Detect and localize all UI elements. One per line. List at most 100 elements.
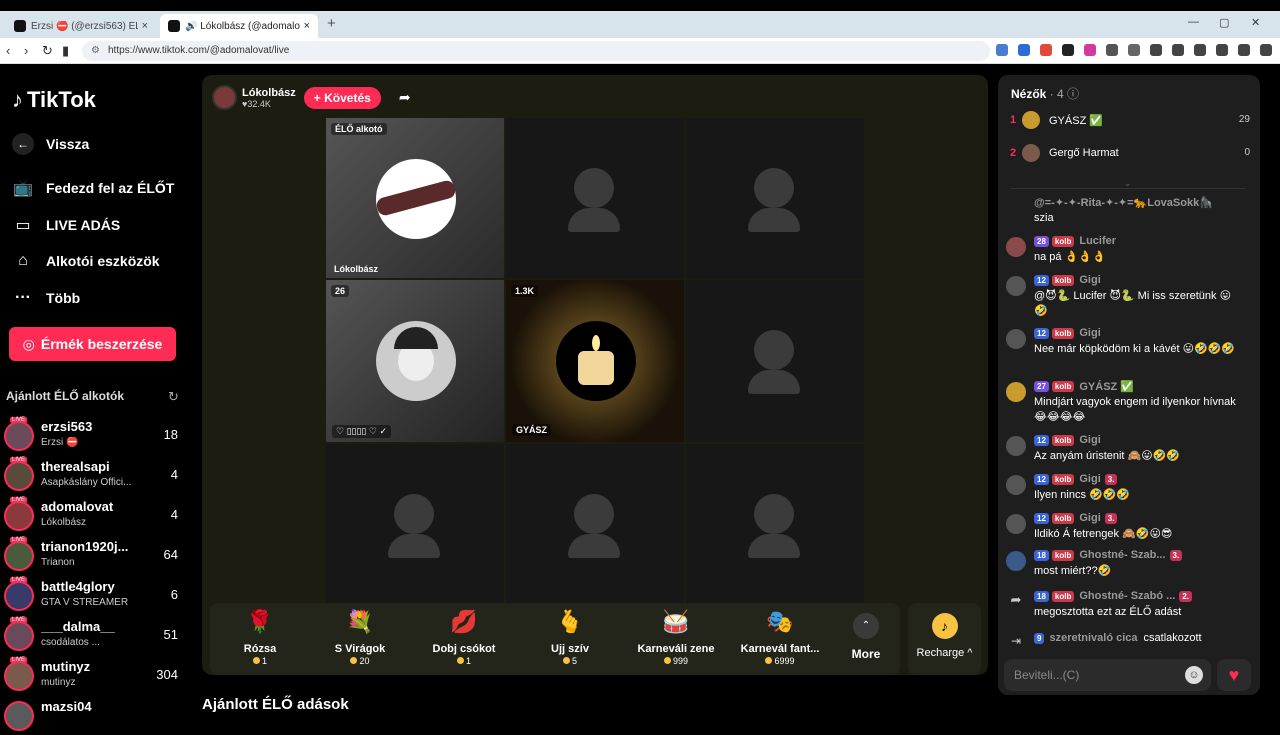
gift-item[interactable]: 💐 S Virágok 20 (310, 609, 410, 666)
forward-nav-icon[interactable]: › (24, 43, 28, 58)
refresh-icon[interactable]: ↻ (168, 389, 179, 405)
minimize-icon[interactable]: — (1188, 16, 1199, 28)
avatar[interactable] (1006, 237, 1026, 257)
new-tab-icon[interactable]: + (327, 15, 336, 32)
avatar[interactable] (1006, 514, 1026, 534)
bookmark-icon[interactable]: ▮ (62, 43, 69, 59)
emoji-icon[interactable]: ☺ (1185, 666, 1203, 684)
avatar[interactable] (1006, 329, 1026, 349)
viewer-count: 51 (163, 627, 178, 642)
creator-item[interactable]: LIVE mutinyz mutinyz 304 (4, 657, 194, 695)
menu-icon[interactable] (1260, 44, 1272, 56)
back-button[interactable]: ← Vissza (12, 133, 89, 155)
sidebar-item-more[interactable]: ··· Több (12, 289, 80, 307)
avatar[interactable] (1006, 475, 1026, 495)
gift-item[interactable]: 🎭 Karnevál fant... 6999 (730, 609, 830, 666)
creator-subtitle: Erzsi ⛔ (41, 437, 79, 448)
sidebar-icon[interactable] (1172, 44, 1184, 56)
video-tile-empty[interactable] (686, 280, 864, 442)
arrow-left-icon: ← (12, 133, 34, 155)
top-viewer-row[interactable]: 1 GYÁSZ ✅ 29 (1010, 111, 1250, 131)
recharge-button[interactable]: ♪ Recharge ^ (908, 603, 981, 675)
viewers-header[interactable]: Nézők · 4 ⓘ (1011, 85, 1079, 102)
more-icon: ··· (15, 289, 31, 306)
reload-icon[interactable]: ↻ (42, 43, 53, 59)
like-heart-button[interactable]: ♥ (1217, 659, 1251, 691)
creator-item[interactable]: LIVE erzsi563 Erzsi ⛔ 18 (4, 417, 194, 455)
host-likes: ♥32.4K (242, 98, 271, 109)
creator-item[interactable]: LIVE therealsapi Asapkáslány Offici... 4 (4, 457, 194, 495)
tiktok-note-icon: ♪ (12, 87, 23, 112)
gift-item[interactable]: 🥁 Karneváli zene 999 (626, 609, 726, 666)
ai-icon[interactable] (1216, 44, 1228, 56)
chevron-down-icon[interactable]: ⌄ (1124, 178, 1132, 189)
vpn-icon[interactable] (1238, 44, 1250, 56)
sidebar-item-creator-tools[interactable]: ⌂ Alkotói eszközök (12, 252, 159, 270)
get-coins-button[interactable]: ◎ Érmék beszerzése (9, 327, 176, 361)
share-icon[interactable]: ➦ (399, 89, 411, 106)
video-tile-empty[interactable] (686, 118, 864, 278)
creator-item[interactable]: LIVE battle4glory GTA V STREAMER 6 (4, 577, 194, 615)
avatar[interactable] (1006, 382, 1026, 402)
sidebar-item-go-live[interactable]: ▭ LIVE ADÁS (12, 215, 120, 235)
kiss-icon: 💋 (450, 609, 478, 634)
host-name[interactable]: Lókolbász (242, 87, 296, 99)
video-tile-guest[interactable]: 26 ♡ ▯▯▯▯ ♡ ✓ (326, 280, 504, 442)
chat-input[interactable]: Beviteli...(C) ☺ (1004, 659, 1211, 691)
gift-item[interactable]: 🌹 Rózsa 1 (210, 609, 310, 666)
host-avatar[interactable] (212, 85, 237, 110)
media-icon[interactable] (1150, 44, 1162, 56)
follow-button[interactable]: + Követés (303, 86, 381, 109)
site-info-icon[interactable]: ⚙ (91, 41, 100, 61)
sidebar-item-explore-live[interactable]: 📺 Fedezd fel az ÉLŐT (12, 178, 174, 198)
extension-icon[interactable] (996, 44, 1008, 56)
gift-item[interactable]: 💋 Dobj csókot 1 (414, 609, 514, 666)
video-tile-host[interactable]: ÉLŐ alkotó Lókolbász (326, 118, 504, 278)
video-tile-empty[interactable] (686, 444, 864, 604)
coin-icon: ◎ (22, 335, 35, 352)
avatar[interactable] (1006, 551, 1026, 571)
extensions-puzzle-icon[interactable] (1106, 44, 1118, 56)
fan-club-badge: kolb (1051, 274, 1075, 286)
url-field[interactable]: ⚙ https://www.tiktok.com/@adomalovat/liv… (82, 41, 990, 61)
video-tile-empty[interactable] (506, 444, 684, 604)
creator-item[interactable]: LIVE ___dalma__ csodálatos ... 51 (4, 617, 194, 655)
browser-tab-erzsi[interactable]: Erzsi ⛔ (@erzsi563) ÉLŐ adásban van × (6, 14, 156, 38)
video-tile-empty[interactable] (506, 118, 684, 278)
host-name-tag: Lókolbász (334, 264, 379, 274)
extension-icon[interactable] (1018, 44, 1030, 56)
avatar (4, 701, 34, 731)
avatar[interactable] (1006, 276, 1026, 296)
fan-club-badge: kolb (1051, 549, 1075, 561)
close-window-icon[interactable]: ✕ (1251, 16, 1260, 29)
back-nav-icon[interactable]: ‹ (6, 43, 10, 58)
level-badge: 12 (1034, 327, 1049, 339)
close-tab-icon[interactable]: × (142, 20, 148, 32)
extension-icon[interactable] (1128, 44, 1140, 56)
wallet-icon[interactable] (1194, 44, 1206, 56)
info-icon[interactable]: ⓘ (1067, 87, 1079, 101)
fan-club-badge: kolb (1051, 590, 1075, 602)
extension-icon[interactable] (1084, 44, 1096, 56)
maximize-icon[interactable]: ▢ (1219, 16, 1229, 29)
extension-icon[interactable] (1062, 44, 1074, 56)
close-tab-icon[interactable]: × (304, 20, 310, 32)
coin-icon (456, 657, 464, 664)
creator-item[interactable]: mazsi04 (4, 697, 194, 735)
coin-icon (765, 657, 773, 664)
subscriber-badge: 3. (1104, 512, 1118, 524)
video-tile-empty[interactable] (326, 444, 504, 604)
creator-item[interactable]: LIVE adomalovat Lókolbász 4 (4, 497, 194, 535)
guest-name-tag: ♡ ▯▯▯▯ ♡ ✓ (332, 425, 391, 438)
avatar[interactable] (1006, 436, 1026, 456)
browser-tab-lokolbasz[interactable]: 🔊 Lókolbász (@adomalovat) ÉLŐ × (160, 14, 318, 38)
creator-item[interactable]: LIVE trianon1920j... Trianon 64 (4, 537, 194, 575)
browser-tab-bar: Erzsi ⛔ (@erzsi563) ÉLŐ adásban van × 🔊 … (0, 11, 1280, 38)
video-tile-guest[interactable]: 1.3K GYÁSZ (506, 280, 684, 442)
more-gifts-button[interactable]: ⌃ More (846, 613, 886, 661)
extension-icon[interactable] (1040, 44, 1052, 56)
top-viewer-row[interactable]: 2 Gergő Harmat 0 (1010, 144, 1250, 164)
live-badge: LIVE (10, 617, 28, 623)
gift-item[interactable]: 🫰 Ujj szív 5 (520, 609, 620, 666)
tiktok-logo[interactable]: ♪ TikTok (12, 87, 96, 113)
